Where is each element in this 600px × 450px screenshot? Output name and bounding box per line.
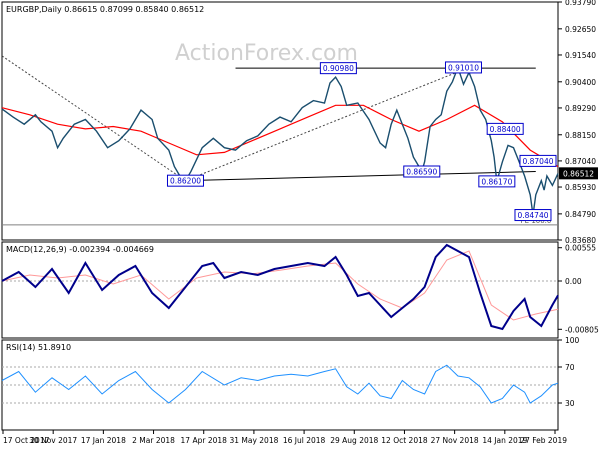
x-tick-label: 2 Mar 2018 [132,436,175,445]
x-tick-label: 17 Apr 2018 [181,436,228,445]
macd-ytick-label: 0.00 [565,277,582,286]
x-tick-label: 27 Nov 2018 [431,436,479,445]
x-tick-label: 29 Aug 2018 [330,436,378,445]
panel-frame-1 [1,241,559,339]
macd-ytick-label: -0.00805 [565,325,599,334]
price-ytick-label: 0.90400 [565,78,596,87]
x-tick-label: 31 May 2018 [229,436,278,445]
level-label: 0.86200 [170,177,201,186]
level-label: 0.86590 [406,167,437,176]
x-tick-label: 17 Jan 2018 [81,436,126,445]
rsi-ytick-label: 70 [565,363,575,372]
eurgbp-daily-chart: ActionForex.com0.937900.926500.915400.90… [1,0,599,445]
level-label: 0.87040 [522,157,553,166]
price-ytick-label: 0.87040 [565,157,596,166]
price-ytick-label: 0.93790 [565,0,596,7]
level-label: 0.84740 [517,211,548,220]
x-tick-label: 30 Nov 2017 [29,436,77,445]
rsi-ytick-label: 30 [565,399,575,408]
price-ytick-label: 0.84790 [565,210,596,219]
macd-ytick-label: 0.00555 [565,244,596,253]
macd-header: MACD(12,26,9) -0.002394 -0.004669 [6,245,154,254]
last-price-label: 0.86512 [563,169,594,178]
x-tick-label: 16 Jul 2018 [283,436,326,445]
x-tick-label: 12 Oct 2018 [381,436,428,445]
price-header: EURGBP,Daily 0.86615 0.87099 0.85840 0.8… [6,5,204,14]
price-ytick-label: 0.89290 [565,104,596,113]
level-label: 0.90980 [323,64,354,73]
rsi-ytick-label: 100 [565,336,580,345]
panel-frame-0 [1,1,559,241]
level-label: 0.91010 [448,63,479,72]
level-label: 0.86170 [481,177,512,186]
level-label: 0.88400 [490,125,521,134]
price-ytick-label: 0.92650 [565,25,596,34]
price-ytick-label: 0.91540 [565,51,596,60]
x-tick-label: 27 Feb 2019 [520,436,567,445]
price-ytick-label: 0.88150 [565,131,596,140]
rsi-header: RSI(14) 51.8910 [6,343,71,352]
price-ytick-label: 0.85930 [565,183,596,192]
